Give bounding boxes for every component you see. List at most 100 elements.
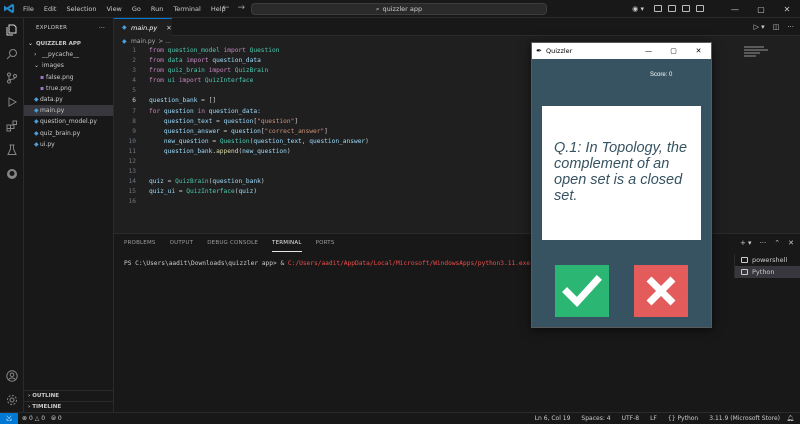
settings-gear-icon[interactable] [4, 392, 20, 408]
tree-item-label: data.py [40, 95, 63, 103]
tree-item-label: images [42, 62, 64, 70]
search-sidebar-icon[interactable] [4, 46, 20, 62]
toggle-sidebar-icon[interactable] [654, 5, 662, 12]
tree-item-label: question_model.py [40, 118, 97, 126]
terminal-command: C:/Users/aadit/AppData/Local/Microsoft/W… [287, 260, 531, 267]
timeline-section[interactable]: › TIMELINE [24, 401, 114, 412]
tab-debug-console[interactable]: DEBUG CONSOLE [207, 234, 258, 252]
menu-terminal[interactable]: Terminal [168, 0, 205, 18]
breadcrumb-file[interactable]: main.py [131, 38, 155, 45]
quiz-maximize-button[interactable]: ▢ [661, 43, 686, 59]
forward-arrow-icon[interactable]: → [238, 3, 246, 13]
extensions-icon[interactable] [4, 118, 20, 134]
terminal-item-powershell[interactable]: powershell [735, 254, 800, 266]
quizzler-window: ✒ Quizzler — ▢ ✕ Score: 0 Q.1: In Topolo… [531, 42, 712, 328]
tab-main-py[interactable]: ◆ main.py ✕ [114, 18, 172, 36]
source-control-icon[interactable] [4, 70, 20, 86]
tree-item-label: quiz_brain.py [40, 129, 81, 137]
run-debug-icon[interactable] [4, 94, 20, 110]
close-tab-icon[interactable]: ✕ [166, 24, 171, 32]
python-interpreter[interactable]: 3.11.9 (Microsoft Store) [709, 415, 780, 422]
more-actions-icon[interactable]: ··· [787, 23, 794, 31]
notifications-bell-icon[interactable]: 🔔︎ [786, 415, 794, 422]
folder-root-label: QUIZZLER APP [36, 41, 81, 47]
tree-item-ui-py[interactable]: ◆ui.py [24, 139, 113, 150]
check-icon [562, 275, 602, 307]
split-editor-icon[interactable]: ◫ [773, 23, 780, 31]
menu-edit[interactable]: Edit [39, 0, 62, 18]
tree-item-pycache[interactable]: › __pycache__ [24, 49, 113, 60]
cursor-position[interactable]: Ln 6, Col 19 [535, 415, 571, 422]
account-icon[interactable] [4, 368, 20, 384]
terminal-item-label: Python [752, 268, 775, 276]
quiz-minimize-button[interactable]: — [636, 43, 661, 59]
python-file-icon: ◆ [122, 38, 127, 45]
outline-section[interactable]: › OUTLINE [24, 390, 114, 401]
remote-icon[interactable]: ⤩ [0, 412, 18, 424]
terminal-prompt: PS C:\Users\aadit\Downloads\quizzler app… [124, 260, 285, 267]
python-file-icon: ◆ [122, 24, 127, 31]
minimize-button[interactable]: — [722, 5, 748, 14]
ports-status[interactable]: ⦾ 0 [51, 415, 62, 423]
tree-item-data-py[interactable]: ◆data.py [24, 94, 113, 105]
tree-item-main-py[interactable]: ◆main.py [24, 105, 113, 117]
indentation[interactable]: Spaces: 4 [581, 415, 610, 422]
title-bar: File Edit Selection View Go Run Terminal… [0, 0, 800, 18]
tab-problems[interactable]: PROBLEMS [124, 234, 156, 252]
search-icon: ⌕ [375, 4, 380, 13]
cross-icon [646, 276, 676, 306]
status-bar: ⤩ ⊗ 0 △ 0 ⦾ 0 Ln 6, Col 19 Spaces: 4 UTF… [0, 412, 800, 424]
back-arrow-icon[interactable]: ← [222, 3, 230, 13]
terminal-item-python[interactable]: Python [735, 266, 800, 278]
explorer-icon[interactable] [4, 22, 20, 38]
menu-go[interactable]: Go [127, 0, 146, 18]
minimap[interactable] [744, 46, 772, 62]
close-button[interactable]: ✕ [774, 5, 800, 14]
tab-ports[interactable]: PORTS [316, 234, 335, 252]
tab-terminal[interactable]: TERMINAL [272, 234, 302, 252]
command-center-search[interactable]: ⌕ quizzler app [251, 3, 547, 15]
close-panel-icon[interactable]: ✕ [788, 239, 794, 247]
testing-icon[interactable] [4, 142, 20, 158]
more-actions-icon[interactable]: ··· [760, 239, 767, 247]
terminal-item-label: powershell [752, 256, 788, 264]
tree-item-true-png[interactable]: ▪ true.png [24, 83, 113, 94]
question-card: Q.1: In Topology, the complement of an o… [542, 106, 701, 240]
breadcrumb-symbols[interactable]: > ... [158, 38, 171, 45]
tree-item-question-model-py[interactable]: ◆question_model.py [24, 116, 113, 127]
toggle-secondary-sidebar-icon[interactable] [682, 5, 690, 12]
feather-icon: ✒ [536, 47, 542, 55]
tree-item-images[interactable]: ⌄ images [24, 60, 113, 71]
github-icon[interactable] [4, 166, 20, 182]
menu-view[interactable]: View [101, 0, 126, 18]
menu-selection[interactable]: Selection [61, 0, 101, 18]
menu-file[interactable]: File [18, 0, 39, 18]
new-terminal-icon[interactable]: + ▾ [740, 239, 752, 247]
braces-icon: {} [667, 415, 676, 422]
maximize-button[interactable]: ▢ [748, 5, 774, 14]
copilot-icon[interactable]: ◉ ▾ [632, 5, 644, 13]
tab-output[interactable]: OUTPUT [170, 234, 194, 252]
folder-root[interactable]: ⌄ QUIZZLER APP [24, 38, 113, 49]
terminal-output[interactable]: PS C:\Users\aadit\Downloads\quizzler app… [124, 260, 530, 267]
tree-item-false-png[interactable]: ▪ false.png [24, 72, 113, 83]
toggle-panel-icon[interactable] [668, 5, 676, 12]
encoding[interactable]: UTF-8 [622, 415, 640, 422]
tree-item-label: main.py [40, 107, 65, 115]
customize-layout-icon[interactable] [696, 5, 704, 12]
chevron-up-icon[interactable]: ⌃ [774, 239, 780, 247]
quiz-close-button[interactable]: ✕ [686, 43, 711, 59]
chevron-down-icon: ⌄ [34, 62, 40, 70]
true-button[interactable] [555, 265, 609, 317]
run-python-icon[interactable]: ▷ ▾ [754, 23, 765, 31]
more-actions-icon[interactable]: ··· [99, 18, 105, 38]
explorer-sidebar: EXPLORER ··· ⌄ QUIZZLER APP › __pycache__ … [24, 18, 114, 412]
terminal-list: powershell Python [734, 254, 800, 278]
problems-status[interactable]: ⊗ 0 △ 0 [22, 415, 45, 423]
chevron-right-icon: › [34, 51, 37, 59]
language-mode[interactable]: {} Python [668, 415, 698, 422]
menu-run[interactable]: Run [146, 0, 168, 18]
line-ending[interactable]: LF [650, 415, 657, 422]
false-button[interactable] [634, 265, 688, 317]
tree-item-quiz-brain-py[interactable]: ◆quiz_brain.py [24, 128, 113, 139]
